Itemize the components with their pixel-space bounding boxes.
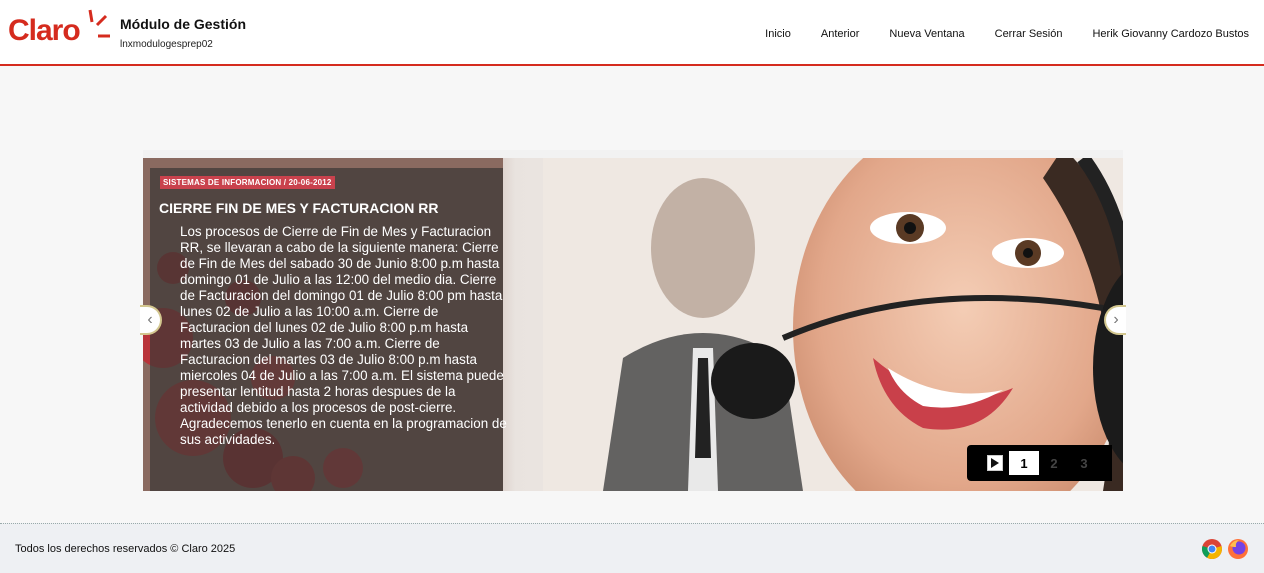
slide-category-tag[interactable]: SISTEMAS DE INFORMACION / 20-06-2012: [160, 176, 335, 189]
slide-body: Los procesos de Cierre de Fin de Mes y F…: [180, 224, 507, 447]
slide-caption: SISTEMAS DE INFORMACION / 20-06-2012 CIE…: [150, 168, 507, 491]
nav-cerrar-sesion[interactable]: Cerrar Sesión: [995, 28, 1063, 40]
copyright-text: Todos los derechos reservados © Claro 20…: [15, 543, 236, 555]
app-title: Módulo de Gestión: [120, 16, 246, 32]
firefox-icon: [1227, 538, 1249, 560]
logo-text: Claro: [8, 14, 81, 47]
server-name: lnxmodulogesprep02: [120, 39, 213, 50]
play-icon: [991, 458, 999, 468]
nav-anterior[interactable]: Anterior: [821, 28, 860, 40]
news-slider: SISTEMAS DE INFORMACION / 20-06-2012 CIE…: [143, 158, 1123, 491]
nav-nueva-ventana[interactable]: Nueva Ventana: [889, 28, 964, 40]
browser-icons: [1201, 538, 1249, 560]
slider-pager: 1 2 3: [967, 445, 1112, 481]
play-button[interactable]: [987, 455, 1003, 471]
call-center-agent-photo: [543, 158, 1123, 491]
header: Claro Módulo de Gestión lnxmodulogesprep…: [0, 0, 1264, 66]
chrome-icon: [1201, 538, 1223, 560]
slider-next-button[interactable]: ›: [1104, 305, 1126, 335]
top-nav: Inicio Anterior Nueva Ventana Cerrar Ses…: [735, 28, 1249, 40]
footer: Todos los derechos reservados © Claro 20…: [0, 523, 1264, 573]
slider-top-border: [143, 150, 1123, 158]
page-button-3[interactable]: 3: [1069, 451, 1099, 475]
slide-title[interactable]: CIERRE FIN DE MES Y FACTURACION RR: [159, 200, 439, 216]
nav-user-name[interactable]: Herik Giovanny Cardozo Bustos: [1092, 28, 1249, 40]
chevron-left-icon: ‹: [147, 311, 153, 328]
nav-inicio[interactable]: Inicio: [765, 28, 791, 40]
page-button-2[interactable]: 2: [1039, 451, 1069, 475]
claro-logo[interactable]: Claro: [8, 8, 112, 50]
page-button-1[interactable]: 1: [1009, 451, 1039, 475]
chevron-right-icon: ›: [1113, 311, 1119, 328]
